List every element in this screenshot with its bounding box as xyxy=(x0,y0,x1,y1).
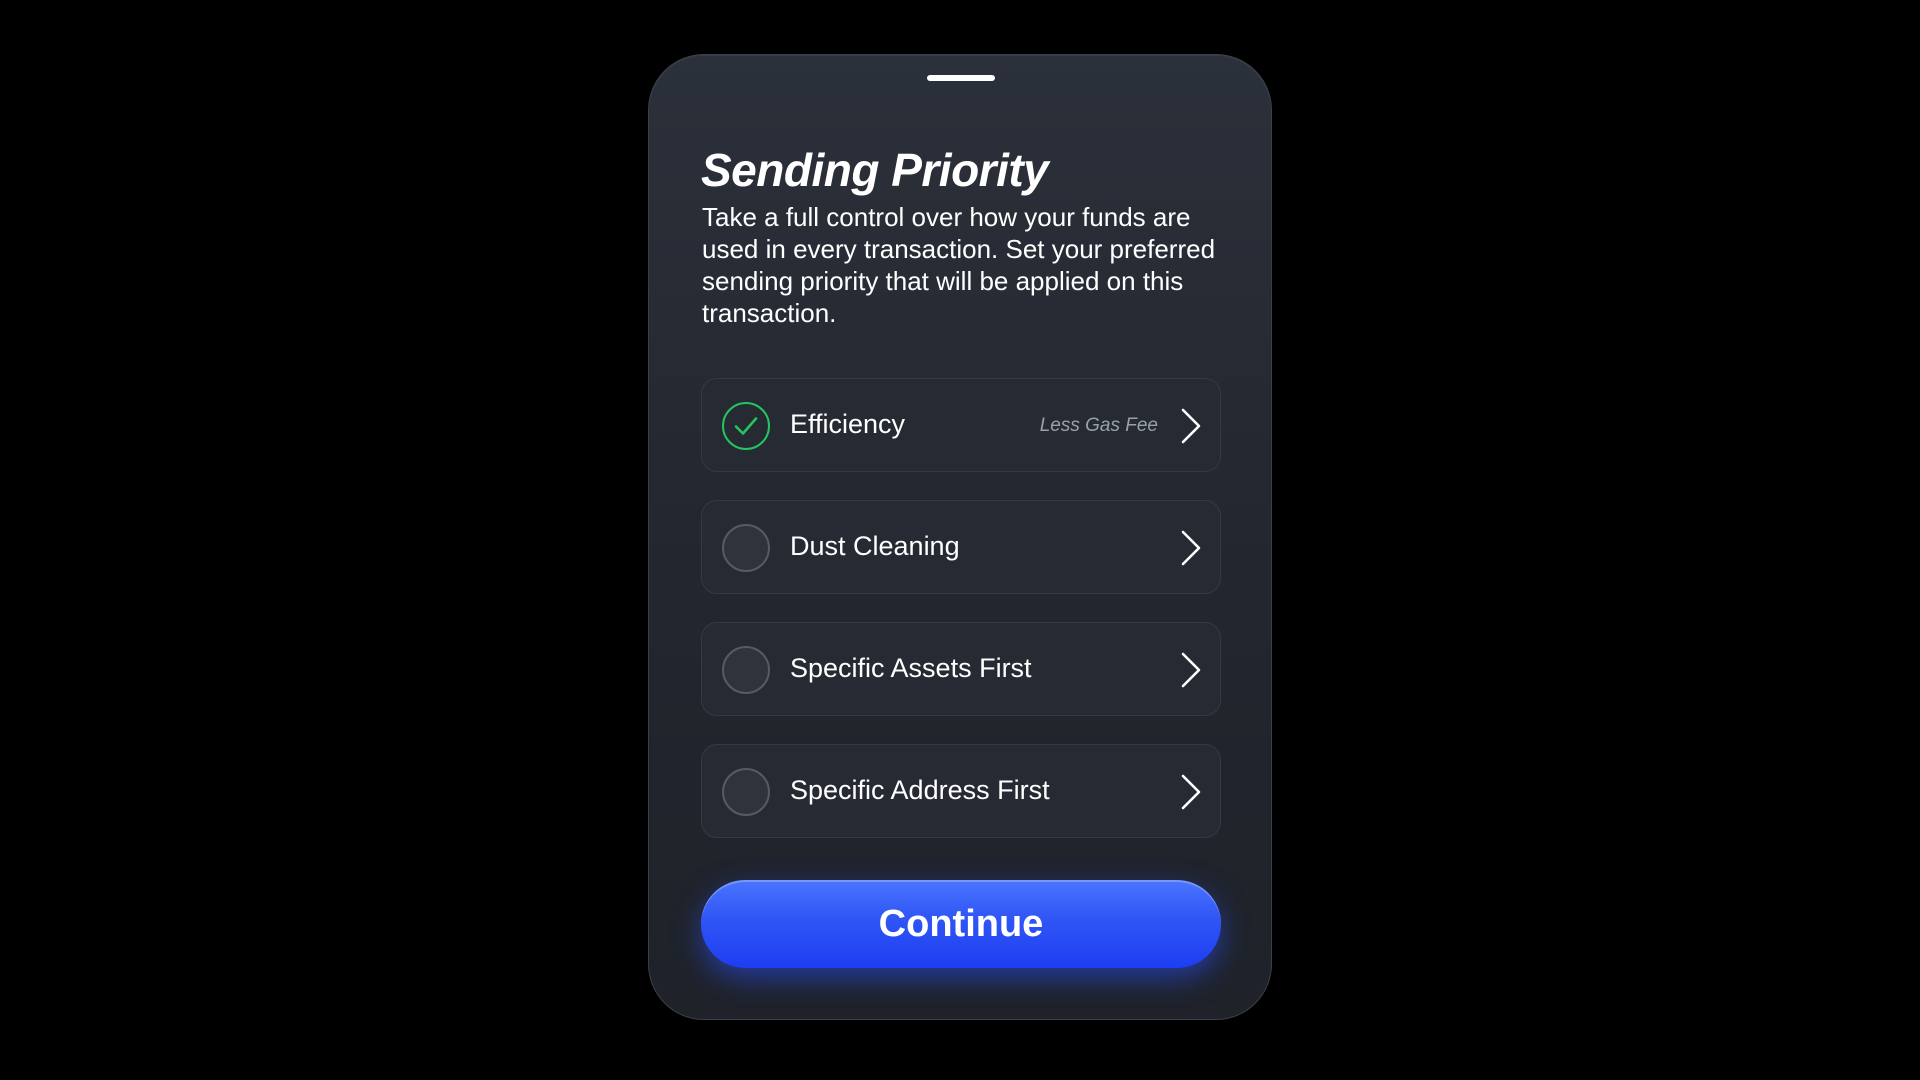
continue-button[interactable]: Continue xyxy=(701,880,1221,968)
option-hint: Less Gas Fee xyxy=(1039,415,1158,436)
option-label: Dust Cleaning xyxy=(790,531,960,561)
option-efficiency[interactable]: Efficiency Less Gas Fee xyxy=(701,378,1221,472)
chevron-right-icon[interactable] xyxy=(1178,529,1204,567)
chevron-right-icon[interactable] xyxy=(1178,651,1204,689)
screen: Sending Priority Take a full control ove… xyxy=(0,0,1920,1080)
sheet-grabber-handle[interactable] xyxy=(927,75,995,81)
radio-unselected[interactable] xyxy=(722,524,770,572)
option-dust-cleaning[interactable]: Dust Cleaning xyxy=(701,500,1221,594)
option-label: Specific Assets First xyxy=(790,653,1032,683)
chevron-right-icon[interactable] xyxy=(1178,407,1204,445)
chevron-right-icon[interactable] xyxy=(1178,773,1204,811)
checkmark-icon xyxy=(734,417,758,435)
option-label: Efficiency xyxy=(790,409,906,439)
option-specific-address-first[interactable]: Specific Address First xyxy=(701,744,1221,838)
bottom-sheet: Sending Priority Take a full control ove… xyxy=(648,54,1272,1020)
option-specific-assets-first[interactable]: Specific Assets First xyxy=(701,622,1221,716)
radio-unselected[interactable] xyxy=(722,768,770,816)
radio-selected[interactable] xyxy=(722,402,770,450)
priority-options-list: Efficiency Less Gas Fee Dust Cleaning Sp… xyxy=(701,378,1221,866)
radio-unselected[interactable] xyxy=(722,646,770,694)
option-label: Specific Address First xyxy=(790,775,1050,805)
page-description: Take a full control over how your funds … xyxy=(702,202,1216,328)
page-title: Sending Priority xyxy=(701,144,1049,196)
